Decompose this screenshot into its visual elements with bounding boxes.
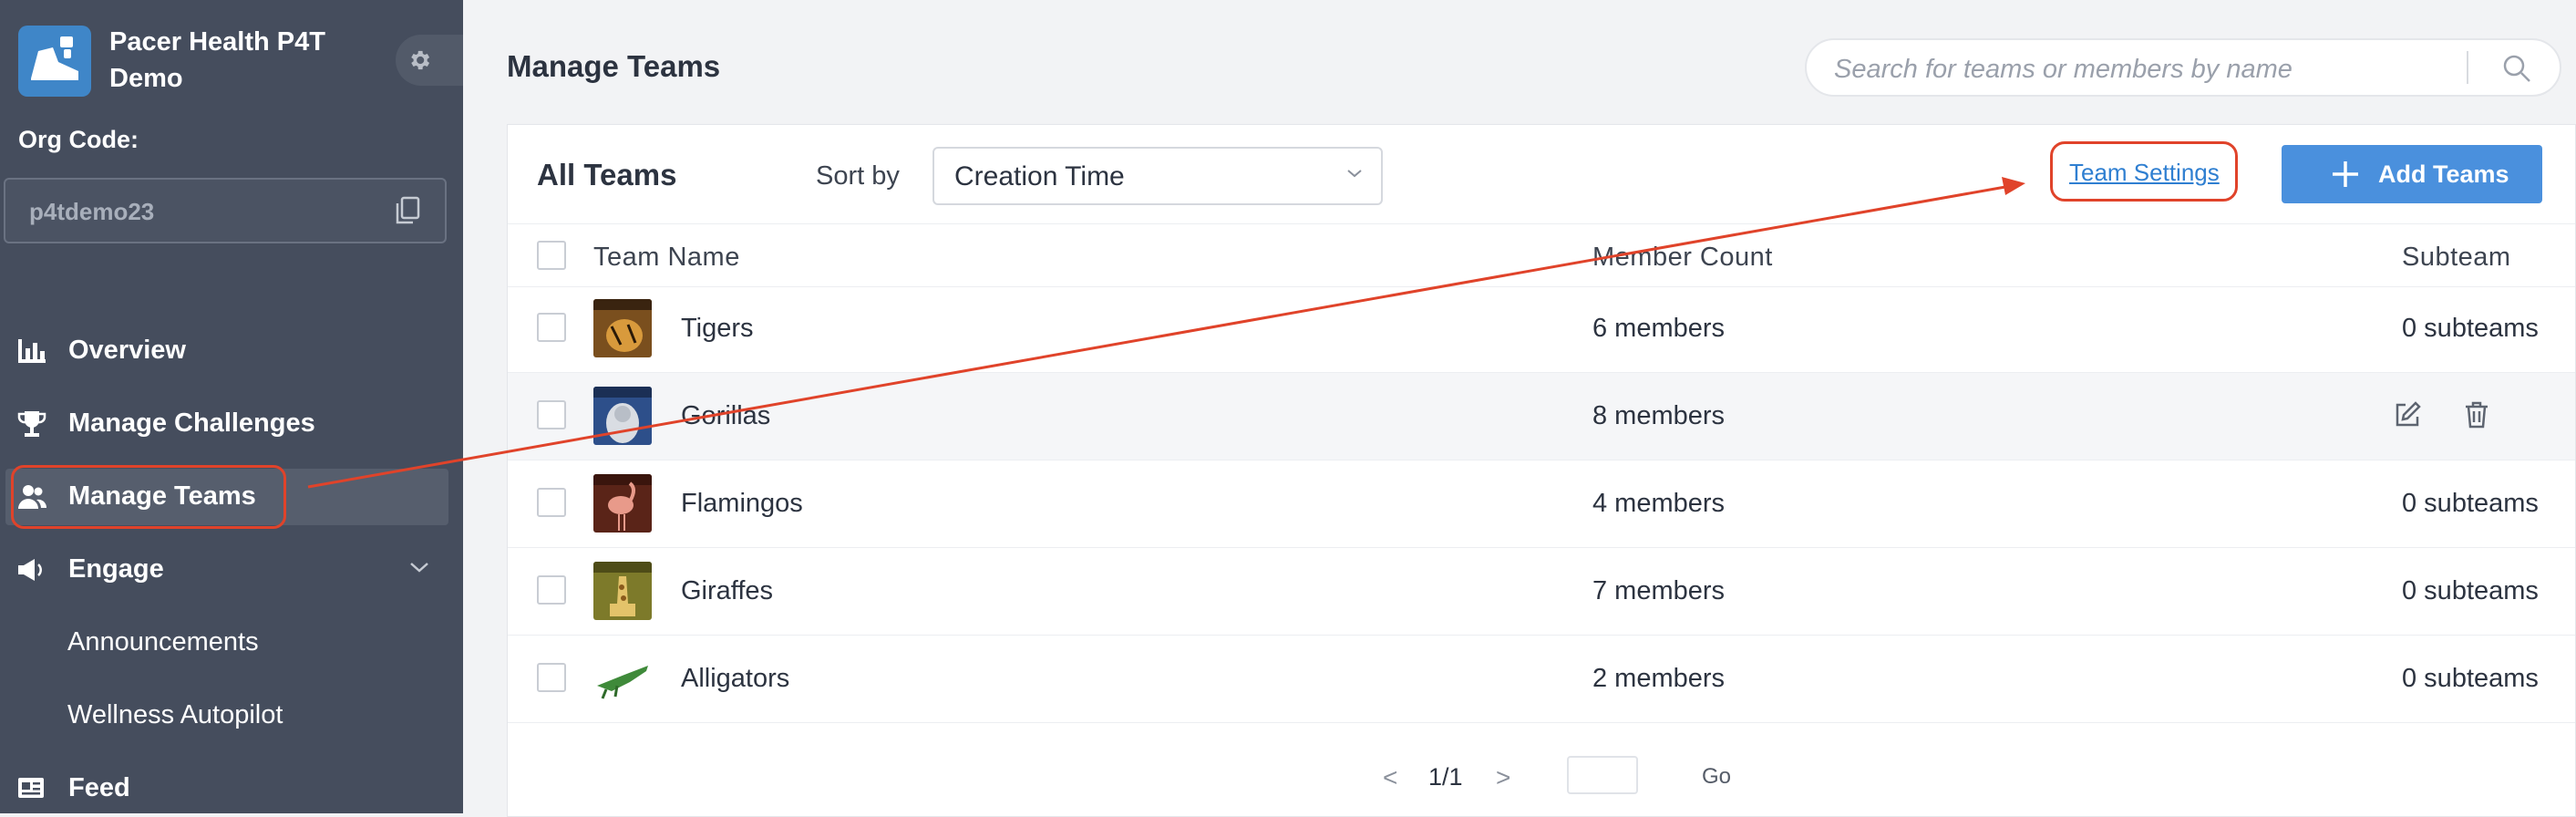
sidebar-item-label: Announcements [67,627,259,657]
row-checkbox[interactable] [537,575,566,605]
tiger-avatar [593,299,652,357]
member-count: 8 members [1592,401,1726,430]
main-content: Manage Teams Search for teams or members… [463,0,2576,817]
column-header-member-count[interactable]: Member Count [1592,243,1773,273]
megaphone-icon [18,559,42,581]
plus-icon [2333,161,2358,187]
manage-teams-highlight [11,465,286,529]
row-checkbox[interactable] [537,488,566,517]
team-name: Gorillas [681,401,771,430]
subteam-count: 0 subteams [2402,314,2539,343]
add-teams-label: Add Teams [2378,160,2509,188]
giraffe-avatar [593,562,652,620]
table-row[interactable]: Alligators 2 members 0 subteams [508,636,2575,723]
teams-card: All Teams Sort by Creation Time Team Set… [507,124,2576,817]
member-count: 6 members [1592,314,1726,343]
team-name: Flamingos [681,489,803,518]
prev-page-button[interactable]: < [1383,763,1397,792]
app-title: Pacer Health P4T Demo [109,27,325,93]
sidebar-item-label: Feed [68,773,130,802]
member-count: 7 members [1592,576,1726,605]
team-name: Giraffes [681,576,774,605]
chevron-down-icon [410,563,428,573]
org-code-label: Org Code: [18,126,139,153]
search-placeholder: Search for teams or members by name [1834,55,2293,84]
sidebar-item-label: Wellness Autopilot [67,700,283,729]
pagination: < 1/1 > Go [508,750,2575,805]
search-input[interactable]: Search for teams or members by name [1805,38,2561,97]
row-checkbox[interactable] [537,313,566,342]
chevron-down-icon [1347,170,1362,178]
sidebar-item-label: Manage Challenges [68,408,315,438]
all-teams-heading: All Teams [537,158,677,191]
trash-icon[interactable] [2462,400,2491,429]
subteam-count: 0 subteams [2402,576,2539,605]
flamingo-avatar [593,474,652,533]
add-teams-button[interactable]: Add Teams [2282,145,2542,203]
team-settings-highlight: Team Settings [2050,141,2238,202]
org-code-field[interactable]: p4tdemo23 [4,178,447,243]
next-page-button[interactable]: > [1496,763,1510,792]
go-button[interactable]: Go [1702,764,1731,790]
team-name: Tigers [681,314,754,343]
copy-icon[interactable] [394,196,421,225]
edit-icon[interactable] [2393,400,2422,429]
sort-value: Creation Time [954,161,1125,191]
subteam-count: 0 subteams [2402,664,2539,693]
trophy-icon [17,411,46,437]
bar-chart-icon [18,339,46,363]
alligator-avatar [597,666,648,699]
row-checkbox[interactable] [537,663,566,692]
settings-button[interactable] [396,35,463,86]
table-row[interactable]: Tigers 6 members 0 subteams [508,285,2575,373]
team-name: Alligators [681,664,790,693]
row-checkbox[interactable] [537,400,566,429]
table-row[interactable]: Giraffes 7 members 0 subteams [508,548,2575,636]
subteam-count: 0 subteams [2402,489,2539,518]
member-count: 2 members [1592,664,1726,693]
column-header-team-name[interactable]: Team Name [593,243,740,273]
sidebar-item-overview[interactable]: Overview [0,323,463,379]
gear-icon [411,50,430,70]
page-indicator: 1/1 [1428,763,1463,791]
table-header: Team Name Member Count Subteam [508,223,2575,287]
sidebar-item-manage-challenges[interactable]: Manage Challenges [0,396,463,452]
search-icon[interactable] [2501,53,2532,84]
team-settings-link[interactable]: Team Settings [2069,159,2220,187]
sort-select[interactable]: Creation Time [933,147,1383,205]
sidebar-item-engage[interactable]: Engage [0,542,463,598]
table-row[interactable]: Flamingos 4 members 0 subteams [508,460,2575,548]
feed-icon [18,778,44,798]
page-title: Manage Teams [507,49,721,83]
sidebar: Pacer Health P4T Demo Org Code: p4tdemo2… [0,0,463,813]
column-header-subteam[interactable]: Subteam [2402,243,2511,273]
app-logo [18,26,91,97]
sort-label: Sort by [816,161,900,191]
page-number-input[interactable] [1567,756,1638,794]
sidebar-item-label: Overview [68,336,186,365]
sidebar-item-announcements[interactable]: Announcements [0,615,463,671]
search-divider [2467,51,2468,84]
select-all-checkbox[interactable] [537,241,566,270]
gorilla-avatar [593,387,652,445]
table-row[interactable]: Gorillas 8 members [508,373,2575,460]
member-count: 4 members [1592,489,1726,518]
sidebar-item-label: Engage [68,554,164,584]
sidebar-item-wellness-autopilot[interactable]: Wellness Autopilot [0,688,463,744]
org-code-value: p4tdemo23 [29,198,155,225]
sidebar-item-feed[interactable]: Feed [0,760,463,813]
